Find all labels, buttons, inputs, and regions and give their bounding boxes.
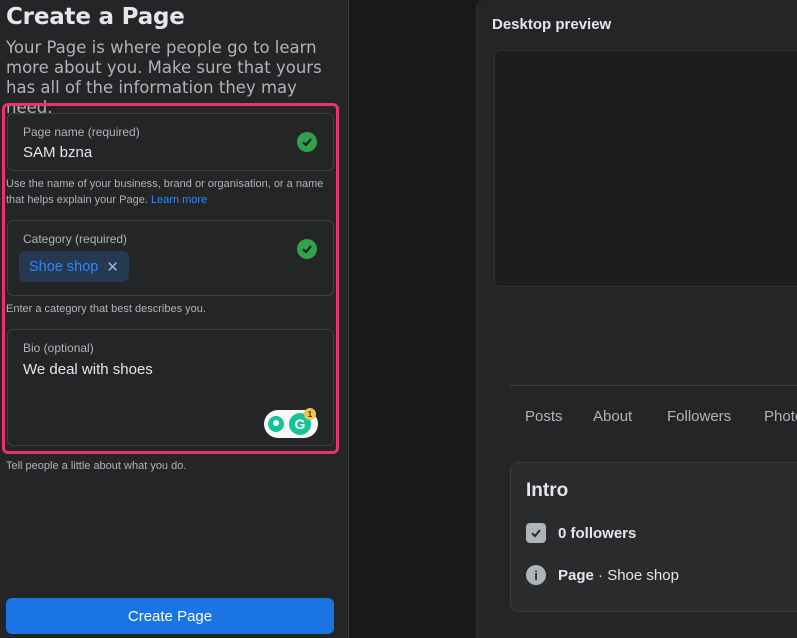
create-page-button[interactable]: Create Page (6, 598, 334, 634)
preview-title: Desktop preview (492, 16, 612, 33)
page-category-row: i Page · Shoe shop (526, 565, 679, 585)
learn-more-link[interactable]: Learn more (151, 194, 207, 206)
page-name-label: Page name (required) (23, 125, 140, 139)
close-icon[interactable]: ✕ (106, 258, 119, 276)
followers-row: 0 followers (526, 523, 636, 543)
info-icon: i (526, 565, 546, 585)
page-separator: · (593, 566, 608, 584)
category-helper: Enter a category that best describes you… (6, 303, 206, 315)
tab-followers[interactable]: Followers (667, 408, 731, 425)
tab-posts[interactable]: Posts (525, 408, 563, 425)
grammarly-badge: 1 (304, 408, 316, 420)
page-name-helper: Use the name of your business, brand or … (6, 176, 336, 208)
followers-icon (526, 523, 546, 543)
page-name-input[interactable]: SAM bzna (23, 144, 92, 161)
page-title: Create a Page (6, 4, 185, 30)
category-field[interactable]: Category (required) Shoe shop ✕ (7, 220, 334, 296)
create-page-panel: Create a Page Your Page is where people … (0, 0, 349, 638)
intro-title: Intro (526, 480, 569, 501)
grammarly-logo-letter: G (294, 416, 306, 432)
tab-photos[interactable]: Photo (764, 408, 797, 425)
page-category-text: Shoe shop (607, 566, 679, 584)
category-label: Category (required) (23, 232, 128, 246)
page-name-field[interactable]: Page name (required) SAM bzna (7, 113, 334, 171)
check-icon (297, 132, 317, 152)
followers-count: 0 followers (558, 524, 637, 542)
check-icon (297, 239, 317, 259)
profile-area (494, 287, 797, 385)
grammarly-icon[interactable]: G 1 (289, 408, 316, 435)
intro-card: Intro 0 followers i Page · Shoe shop (510, 462, 797, 612)
bio-field[interactable]: Bio (optional) We deal with shoes G 1 (7, 329, 334, 446)
bio-textarea[interactable]: We deal with shoes (23, 361, 153, 378)
category-chip-label: Shoe shop (29, 258, 99, 275)
bio-label: Bio (optional) (23, 341, 94, 355)
grammarly-widget[interactable]: G 1 (264, 408, 318, 438)
category-chip: Shoe shop ✕ (19, 251, 129, 282)
lightbulb-icon[interactable] (268, 416, 284, 432)
page-type-label: Page (558, 566, 594, 584)
bio-helper: Tell people a little about what you do. (6, 460, 187, 472)
tab-about[interactable]: About (593, 408, 632, 425)
desktop-preview-panel: Desktop preview Posts About Followers Ph… (476, 0, 797, 638)
cover-photo-placeholder (494, 50, 797, 287)
